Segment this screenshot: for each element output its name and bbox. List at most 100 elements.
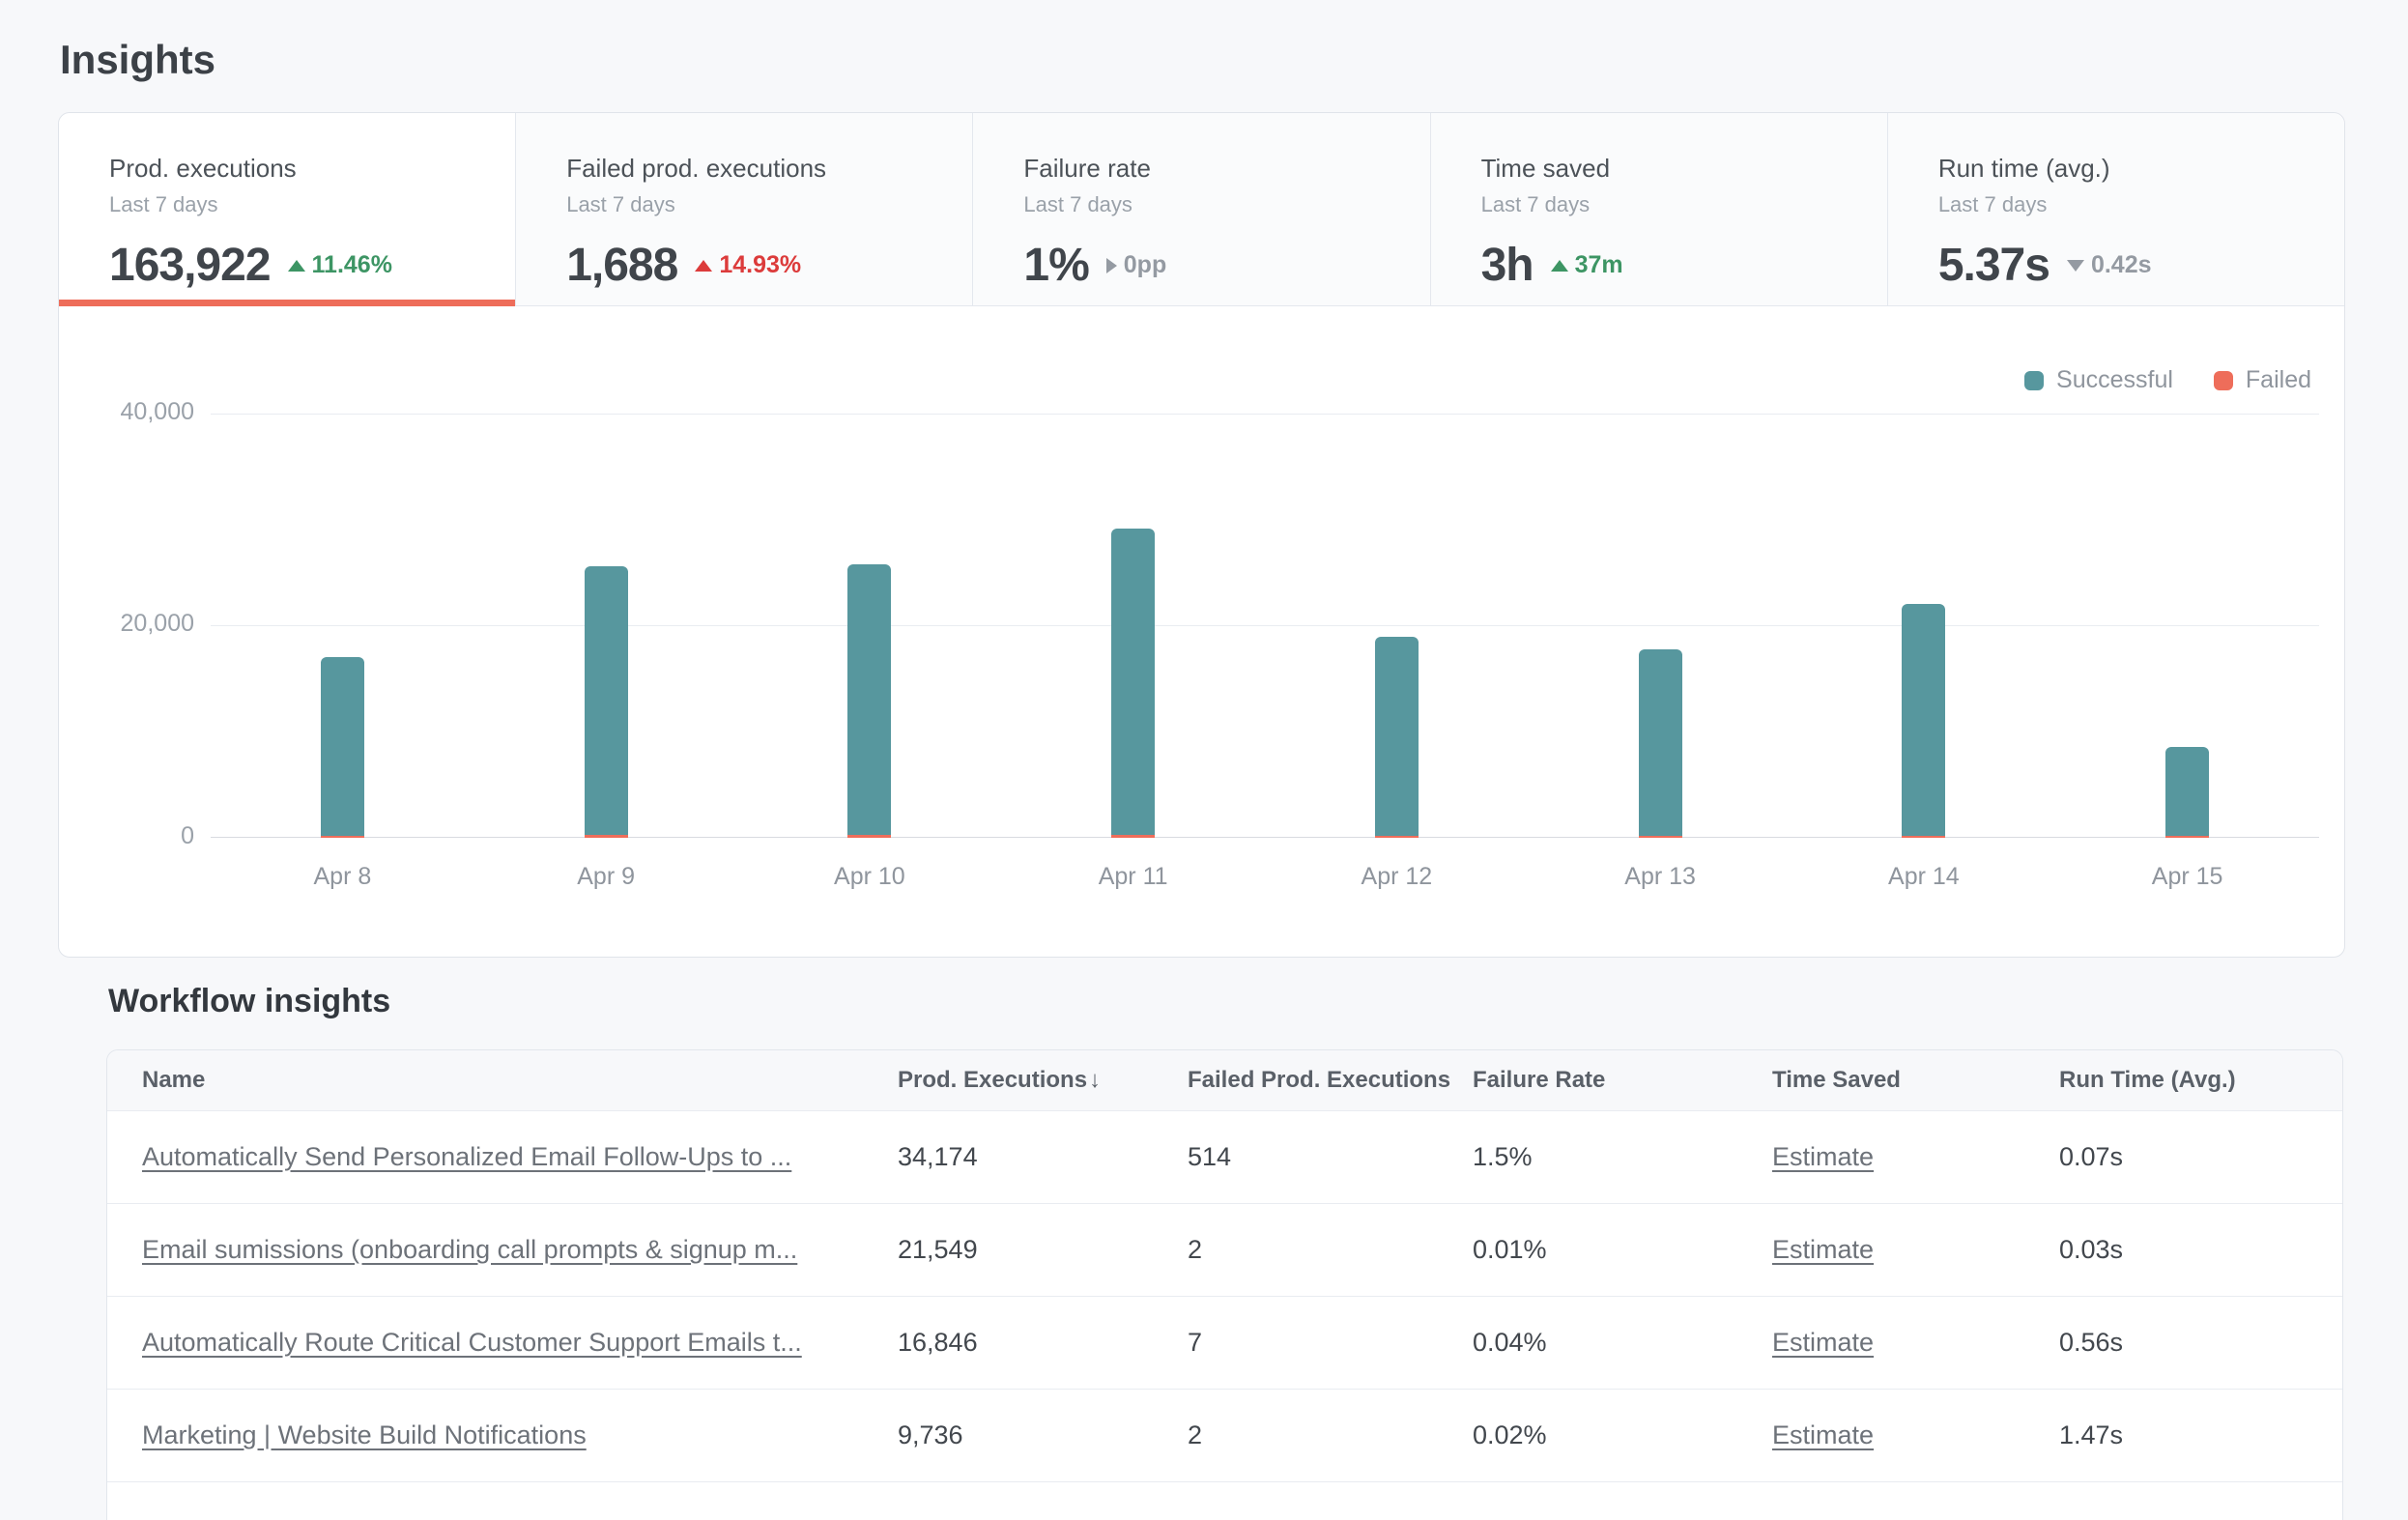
metric-delta: 0.42s — [2067, 251, 2152, 279]
failed-segment — [847, 835, 891, 838]
estimate-link[interactable]: Estimate — [1772, 1142, 1874, 1171]
column-header-failure-rate[interactable]: Failure Rate — [1473, 1067, 1772, 1094]
prod-executions-cell: 34,174 — [898, 1142, 1188, 1172]
legend-item-failed[interactable]: Failed — [2214, 366, 2311, 394]
metric-period: Last 7 days — [1938, 192, 2344, 217]
metric-label: Failed prod. executions — [566, 154, 972, 184]
successful-segment — [585, 566, 628, 835]
tab-prod-executions[interactable]: Prod. executions Last 7 days 163,922 11.… — [59, 113, 516, 306]
x-axis-tick: Apr 11 — [1001, 863, 1265, 891]
bar-slot-apr-8 — [211, 414, 474, 838]
stacked-bar[interactable] — [847, 564, 891, 838]
x-axis-tick: Apr 14 — [1792, 863, 2056, 891]
stacked-bar[interactable] — [585, 566, 628, 838]
failed-segment — [1902, 836, 1945, 838]
successful-segment — [847, 564, 891, 835]
stacked-bar[interactable] — [321, 657, 364, 838]
workflow-insights-section: Workflow insights Name Prod. Executions↓… — [106, 983, 2345, 1520]
table-row: Automatically Send Personalized Email Fo… — [107, 1110, 2342, 1203]
stacked-bar[interactable] — [1111, 529, 1155, 838]
insights-page: Insights Prod. executions Last 7 days 16… — [0, 0, 2408, 1520]
trend-up-icon — [695, 260, 712, 272]
failed-segment — [1111, 835, 1155, 838]
failed-prod-executions-cell: 2 — [1188, 1235, 1473, 1265]
workflow-name-link[interactable]: Email sumissions (onboarding call prompt… — [142, 1235, 797, 1264]
stacked-bar[interactable] — [1375, 637, 1419, 838]
workflow-name-link[interactable]: Automatically Route Critical Customer Su… — [142, 1328, 802, 1357]
bar-slot-apr-12 — [1265, 414, 1529, 838]
failure-rate-cell: 0.02% — [1473, 1420, 1772, 1450]
bars-container — [211, 414, 2319, 838]
workflow-table: Name Prod. Executions↓ Failed Prod. Exec… — [106, 1049, 2343, 1520]
table-row-partial — [107, 1481, 2342, 1520]
x-axis-labels: Apr 8Apr 9Apr 10Apr 11Apr 12Apr 13Apr 14… — [211, 863, 2319, 891]
workflow-name-link[interactable]: Automatically Send Personalized Email Fo… — [142, 1142, 791, 1171]
run-time-cell: 0.03s — [2059, 1235, 2342, 1265]
column-header-time-saved[interactable]: Time Saved — [1772, 1067, 2059, 1094]
failed-swatch-icon — [2214, 371, 2233, 390]
failed-segment — [2165, 836, 2209, 838]
metric-value: 163,922 — [109, 239, 271, 292]
metric-delta-value: 14.93% — [719, 251, 801, 279]
y-axis-tick: 0 — [59, 822, 194, 850]
legend-label: Failed — [2246, 366, 2311, 394]
successful-segment — [321, 657, 364, 836]
bar-slot-apr-13 — [1529, 414, 1792, 838]
sort-desc-icon: ↓ — [1089, 1067, 1101, 1093]
failed-prod-executions-cell: 2 — [1188, 1420, 1473, 1450]
metric-label: Run time (avg.) — [1938, 154, 2344, 184]
failed-segment — [321, 836, 364, 838]
estimate-link[interactable]: Estimate — [1772, 1328, 1874, 1357]
x-axis-tick: Apr 9 — [474, 863, 738, 891]
metric-delta-value: 11.46% — [312, 251, 392, 279]
chart-legend: Successful Failed — [2024, 366, 2311, 394]
legend-item-successful[interactable]: Successful — [2024, 366, 2173, 394]
y-axis-tick: 20,000 — [59, 610, 194, 638]
x-axis-tick: Apr 10 — [738, 863, 1002, 891]
metric-label: Failure rate — [1023, 154, 1429, 184]
metric-period: Last 7 days — [1023, 192, 1429, 217]
tab-run-time-avg[interactable]: Run time (avg.) Last 7 days 5.37s 0.42s — [1888, 113, 2344, 306]
column-header-run-time[interactable]: Run Time (Avg.) — [2059, 1067, 2342, 1094]
table-header-row: Name Prod. Executions↓ Failed Prod. Exec… — [107, 1050, 2342, 1110]
run-time-cell: 1.47s — [2059, 1420, 2342, 1450]
bar-slot-apr-10 — [738, 414, 1002, 838]
successful-swatch-icon — [2024, 371, 2044, 390]
chart-plot-area — [211, 414, 2319, 838]
table-row: Marketing | Website Build Notifications … — [107, 1389, 2342, 1481]
x-axis-tick: Apr 12 — [1265, 863, 1529, 891]
bar-slot-apr-9 — [474, 414, 738, 838]
bar-slot-apr-11 — [1001, 414, 1265, 838]
estimate-link[interactable]: Estimate — [1772, 1235, 1874, 1264]
run-time-cell: 0.07s — [2059, 1142, 2342, 1172]
stacked-bar[interactable] — [1639, 649, 1682, 838]
metric-delta-value: 0.42s — [2091, 251, 2152, 279]
failed-segment — [1375, 836, 1419, 838]
tab-failed-prod-executions[interactable]: Failed prod. executions Last 7 days 1,68… — [516, 113, 973, 306]
prod-executions-cell: 9,736 — [898, 1420, 1188, 1450]
column-header-prod-executions[interactable]: Prod. Executions↓ — [898, 1067, 1188, 1094]
table-row: Automatically Route Critical Customer Su… — [107, 1296, 2342, 1389]
tab-failure-rate[interactable]: Failure rate Last 7 days 1% 0pp — [973, 113, 1430, 306]
failure-rate-cell: 0.04% — [1473, 1328, 1772, 1358]
failed-prod-executions-cell: 7 — [1188, 1328, 1473, 1358]
metric-value: 5.37s — [1938, 239, 2050, 292]
page-title: Insights — [60, 37, 2345, 83]
workflow-name-link[interactable]: Marketing | Website Build Notifications — [142, 1420, 587, 1449]
metric-value: 1% — [1023, 239, 1088, 292]
metric-delta: 37m — [1551, 251, 1623, 279]
trend-up-icon — [288, 260, 305, 272]
table-row: Email sumissions (onboarding call prompt… — [107, 1203, 2342, 1296]
metric-label: Prod. executions — [109, 154, 515, 184]
metric-tabs: Prod. executions Last 7 days 163,922 11.… — [59, 113, 2344, 306]
estimate-link[interactable]: Estimate — [1772, 1420, 1874, 1449]
tab-time-saved[interactable]: Time saved Last 7 days 3h 37m — [1431, 113, 1888, 306]
stacked-bar[interactable] — [2165, 747, 2209, 838]
failed-segment — [585, 835, 628, 838]
successful-segment — [1902, 604, 1945, 836]
metric-period: Last 7 days — [109, 192, 515, 217]
column-header-name[interactable]: Name — [142, 1067, 898, 1094]
stacked-bar[interactable] — [1902, 604, 1945, 838]
failure-rate-cell: 0.01% — [1473, 1235, 1772, 1265]
column-header-failed-prod-executions[interactable]: Failed Prod. Executions — [1188, 1067, 1473, 1094]
